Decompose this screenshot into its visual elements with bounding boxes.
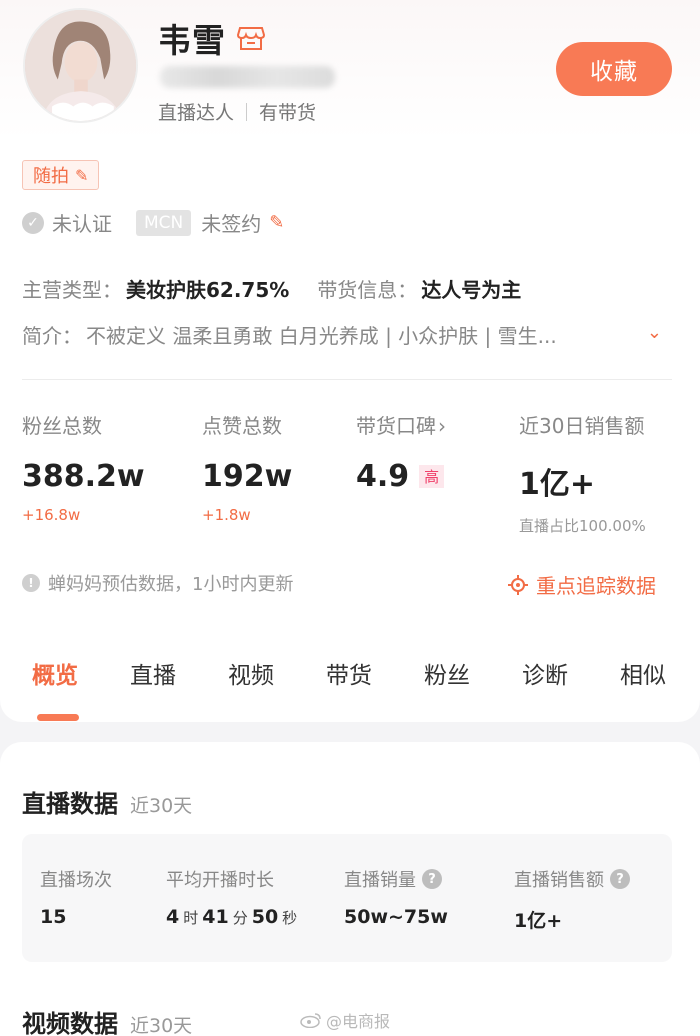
tab-diagnosis[interactable]: 诊断 [522,656,568,690]
stat-value: 388.2w [22,459,145,494]
category-tag-label: 随拍 [33,166,69,187]
live-col-value: 4 时 41 分 50 秒 [166,906,301,928]
question-icon[interactable]: ? [610,869,630,889]
stat-reputation[interactable]: 带货口碑 › 4.9 高 [356,410,446,494]
stat-delta: +16.8w [22,506,81,524]
main-type-label: 主营类型： [22,278,122,302]
duration-seconds-unit: 秒 [282,909,298,927]
track-link-label: 重点追踪数据 [536,574,656,598]
blurred-account-id [160,66,335,88]
sales-info-label: 带货信息： [317,278,418,302]
tag-separator [246,102,248,121]
stat-fans: 粉丝总数 388.2w +16.8w [22,410,145,524]
live-col-value: 1亿+ [514,910,563,932]
live-volume: 直播销量? 50w~75w [344,866,448,928]
live-col-label: 直播销售额? [514,866,630,892]
data-notice: ! 蝉妈妈预估数据，1小时内更新 [22,570,293,596]
shop-icon[interactable] [236,24,266,52]
cert-status: 未认证 [52,212,112,236]
intro[interactable]: 简介： 不被定义 温柔且勇敢 白月光养成 | 小众护肤 | 雪生... ⌄ [22,320,662,349]
live-section-title-text: 直播数据 [22,790,118,818]
weibo-icon [300,1013,321,1028]
stat-value: 4.9 高 [356,459,446,494]
duration-minutes-unit: 分 [232,909,248,927]
tag-live: 直播达人 [158,102,235,124]
live-col-value: 15 [40,906,67,928]
live-avg-duration: 平均开播时长 4 时 41 分 50 秒 [166,866,301,928]
stat-likes: 点赞总数 192w +1.8w [202,410,292,524]
duration-hours-unit: 时 [183,909,199,927]
streamer-tags: 直播达人 有带货 [158,98,316,125]
live-col-label: 直播场次 [40,870,112,891]
live-col-label-text: 直播销量 [344,870,416,891]
tab-similar[interactable]: 相似 [620,656,666,690]
tab-overview[interactable]: 概览 [32,656,78,690]
info-icon: ! [22,574,40,592]
stat-label: 带货口碑 › [356,410,446,439]
intro-label: 简介： [22,324,82,348]
target-icon [508,574,528,595]
active-tab-indicator [37,714,79,721]
live-section-period: 近30天 [130,795,193,817]
tab-fans[interactable]: 粉丝 [424,656,470,690]
tab-video[interactable]: 视频 [228,656,274,690]
mcn-badge: MCN [136,209,192,236]
avatar-photo [25,10,136,121]
divider [22,379,672,380]
live-col-label: 直播销量? [344,866,448,892]
track-data-link[interactable]: 重点追踪数据 [508,570,656,599]
live-sessions: 直播场次 15 [40,866,112,928]
stat-label: 粉丝总数 [22,414,102,438]
pencil-icon: ✎ [75,165,89,185]
video-section-title: 视频数据 近30天 [22,1004,192,1036]
intro-text: 不被定义 温柔且勇敢 白月光养成 | 小众护肤 | 雪生... [86,324,557,348]
question-icon[interactable]: ? [422,869,442,889]
stat-value: 1亿+ [519,467,596,502]
duration-seconds: 50 [251,906,279,928]
watermark: @电商报 [300,1008,390,1032]
stat-value-number: 4.9 [356,459,410,494]
category-tag[interactable]: 随拍 ✎ [22,160,100,190]
stat-sales: 近30日销售额 1亿+ 直播占比100.00% [519,410,646,536]
video-section-title-text: 视频数据 [22,1010,118,1036]
avatar[interactable] [23,8,138,123]
live-revenue: 直播销售额? 1亿+ [514,866,630,933]
chevron-down-icon[interactable]: ⌄ [647,322,662,343]
live-data-box: 直播场次 15 平均开播时长 4 时 41 分 50 秒 直播销量? 50w~75w 直播… [22,834,672,962]
check-icon: ✓ [22,211,44,234]
favorite-button[interactable]: 收藏 [556,42,672,96]
stat-label: 近30日销售额 [519,414,645,438]
live-section-title: 直播数据 近30天 [22,784,192,819]
streamer-name: 韦雪 [158,21,226,60]
stat-label-text: 带货口碑 [356,414,436,438]
duration-hours: 4 [166,906,180,928]
notice-text: 蝉妈妈预估数据，1小时内更新 [48,574,294,595]
live-col-label-text: 直播销售额 [514,870,604,891]
high-badge: 高 [419,465,445,488]
main-type-value: 美妆护肤62.75% [126,278,290,302]
sales-info-value: 达人号为主 [421,278,522,302]
tab-live[interactable]: 直播 [130,656,176,690]
stat-value: 192w [202,459,293,494]
pencil-icon[interactable]: ✎ [269,212,284,233]
tab-selling[interactable]: 带货 [326,656,372,690]
tab-bar: 概览 直播 视频 带货 粉丝 诊断 相似 [0,656,700,696]
stat-sub: 直播占比100.00% [519,517,646,535]
live-col-value: 50w~75w [344,906,448,928]
duration-minutes: 41 [202,906,229,928]
stat-label: 点赞总数 [202,414,282,438]
mcn-status: 未签约 [201,212,262,236]
live-col-label: 平均开播时长 [166,870,274,891]
watermark-text: @电商报 [326,1012,391,1031]
chevron-right-icon: › [438,414,446,438]
stat-delta: +1.8w [202,506,251,524]
tag-selling: 有带货 [259,102,317,124]
video-section-period: 近30天 [130,1015,193,1036]
